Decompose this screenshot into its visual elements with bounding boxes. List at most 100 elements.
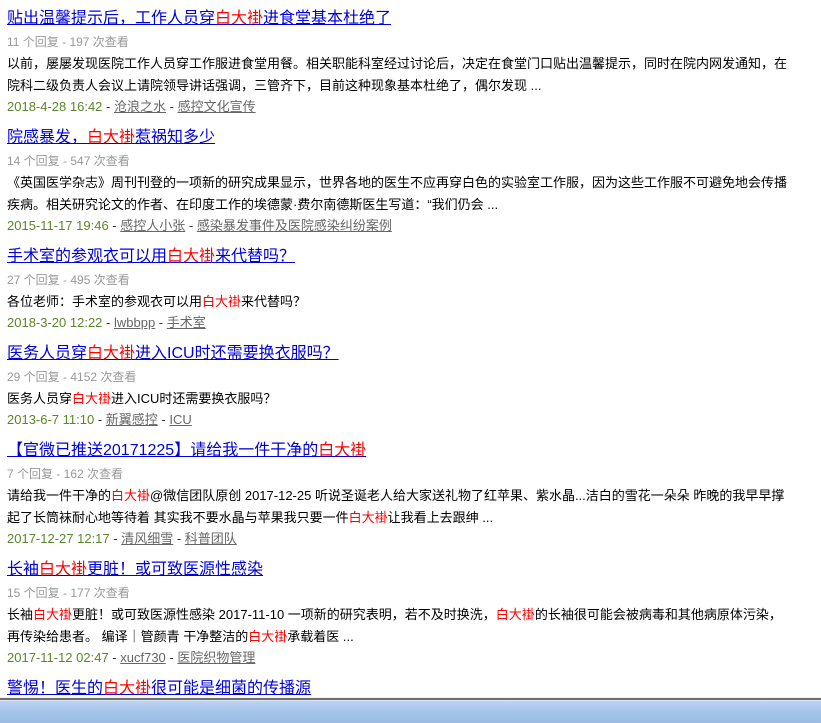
text-part: 进入ICU时还需要换衣服吗？ (135, 345, 339, 362)
result-meta: 2013-6-7 11:10 - 新翼感控 - ICU (7, 411, 790, 428)
search-result-item: 贴出温馨提示后，工作人员穿白大褂进食堂基本杜绝了 11 个回复 - 197 次查… (7, 8, 790, 115)
forum-link[interactable]: 手术室 (167, 315, 206, 330)
search-result-item: 院感暴发，白大褂惹祸知多少 14 个回复 - 547 次查看 《英国医学杂志》周… (7, 127, 790, 234)
meta-separator: - (173, 531, 185, 546)
scrollbar-track[interactable] (0, 700, 821, 723)
highlight-term: 白大褂 (202, 294, 241, 309)
text-part: 来代替吗？ (241, 294, 306, 309)
text-part: 承载着医 ... (287, 629, 353, 644)
highlight-term: 白大褂 (87, 129, 135, 146)
author-link[interactable]: 感控人小张 (120, 218, 185, 233)
result-title: 院感暴发，白大褂惹祸知多少 (7, 127, 790, 149)
text-part: 贴出温馨提示后，工作人员穿 (7, 10, 215, 27)
meta-separator: - (166, 650, 178, 665)
result-snippet: 医务人员穿白大褂进入ICU时还需要换衣服吗？ (7, 388, 790, 410)
highlight-term: 白大褂 (72, 391, 111, 406)
text-part: 医务人员穿 (7, 345, 87, 362)
text-part: 以前，屡屡发现医院工作人员穿工作服进食堂用餐。相关职能科室经过讨论后，决定在食堂… (7, 56, 787, 93)
author-link[interactable]: xucf730 (120, 650, 166, 665)
meta-separator: - (185, 218, 197, 233)
meta-separator: - (102, 315, 114, 330)
result-snippet: 《英国医学杂志》周刊刊登的一项新的研究成果显示，世界各地的医生不应再穿白色的实验… (7, 172, 790, 216)
forum-link[interactable]: 科普团队 (185, 531, 237, 546)
result-title-link[interactable]: 贴出温馨提示后，工作人员穿白大褂进食堂基本杜绝了 (7, 10, 391, 27)
text-part: 各位老师：手术室的参观衣可以用 (7, 294, 202, 309)
result-title-link[interactable]: 【官微已推送20171225】请给我一件干净的白大褂 (7, 442, 366, 459)
text-part: 《英国医学杂志》周刊刊登的一项新的研究成果显示，世界各地的医生不应再穿白色的实验… (7, 175, 787, 212)
result-meta: 2015-11-17 19:46 - 感控人小张 - 感染暴发事件及医院感染纠纷… (7, 217, 790, 234)
reply-view-count: 29 个回复 - 4152 次查看 (7, 369, 790, 386)
text-part: 来代替吗？ (215, 248, 295, 265)
result-snippet: 各位老师：手术室的参观衣可以用白大褂来代替吗？ (7, 291, 790, 313)
forum-link[interactable]: 感染暴发事件及医院感染纠纷案例 (197, 218, 392, 233)
text-part: 惹祸知多少 (135, 129, 215, 146)
post-date: 2017-12-27 12:17 (7, 531, 110, 546)
text-part: 进食堂基本杜绝了 (263, 10, 391, 27)
post-date: 2017-11-12 02:47 (7, 650, 109, 665)
meta-separator: - (102, 99, 114, 114)
result-meta: 2017-12-27 12:17 - 清风细雪 - 科普团队 (7, 530, 790, 547)
reply-view-count: 27 个回复 - 495 次查看 (7, 272, 790, 289)
result-title-link[interactable]: 院感暴发，白大褂惹祸知多少 (7, 129, 215, 146)
meta-separator: - (166, 99, 178, 114)
text-part: 长袖 (7, 561, 39, 578)
result-title: 【官微已推送20171225】请给我一件干净的白大褂 (7, 440, 790, 462)
text-part: 长袖 (7, 607, 33, 622)
post-date: 2013-6-7 11:10 (7, 412, 94, 427)
highlight-term: 白大褂 (39, 561, 87, 578)
forum-link[interactable]: 感控文化宣传 (178, 99, 256, 114)
text-part: 更脏！或可致医源性感染 (87, 561, 263, 578)
meta-separator: - (155, 315, 167, 330)
result-title: 手术室的参观衣可以用白大褂来代替吗？ (7, 246, 790, 268)
reply-view-count: 15 个回复 - 177 次查看 (7, 585, 790, 602)
result-snippet: 以前，屡屡发现医院工作人员穿工作服进食堂用餐。相关职能科室经过讨论后，决定在食堂… (7, 53, 790, 97)
result-title-link[interactable]: 手术室的参观衣可以用白大褂来代替吗？ (7, 248, 295, 265)
text-part: 进入ICU时还需要换衣服吗？ (111, 391, 276, 406)
horizontal-scrollbar[interactable] (0, 697, 821, 723)
text-part: 【官微已推送20171225】请给我一件干净的 (7, 442, 318, 459)
result-snippet: 长袖白大褂更脏！或可致医源性感染 2017-11-10 一项新的研究表明，若不及… (7, 604, 790, 648)
text-part: 手术室的参观衣可以用 (7, 248, 167, 265)
text-part: 更脏！或可致医源性感染 2017-11-10 一项新的研究表明，若不及时换洗， (72, 607, 496, 622)
text-part: 让我看上去跟绅 ... (388, 510, 493, 525)
author-link[interactable]: 沧浪之水 (114, 99, 166, 114)
author-link[interactable]: 新翼感控 (106, 412, 158, 427)
highlight-term: 白大褂 (496, 607, 535, 622)
highlight-term: 白大褂 (215, 10, 263, 27)
result-meta: 2018-3-20 12:22 - lwbbpp - 手术室 (7, 314, 790, 331)
text-part: 院感暴发， (7, 129, 87, 146)
search-result-item: 长袖白大褂更脏！或可致医源性感染 15 个回复 - 177 次查看 长袖白大褂更… (7, 559, 790, 666)
author-link[interactable]: 清风细雪 (121, 531, 173, 546)
search-result-item: 【官微已推送20171225】请给我一件干净的白大褂 7 个回复 - 162 次… (7, 440, 790, 547)
highlight-term: 白大褂 (318, 442, 366, 459)
search-result-item: 医务人员穿白大褂进入ICU时还需要换衣服吗？ 29 个回复 - 4152 次查看… (7, 343, 790, 428)
post-date: 2018-3-20 12:22 (7, 315, 102, 330)
result-title: 贴出温馨提示后，工作人员穿白大褂进食堂基本杜绝了 (7, 8, 790, 30)
highlight-term: 白大褂 (167, 248, 215, 265)
search-result-item: 手术室的参观衣可以用白大褂来代替吗？ 27 个回复 - 495 次查看 各位老师… (7, 246, 790, 331)
result-title-link[interactable]: 警惕！医生的白大褂很可能是细菌的传播源 (7, 680, 311, 697)
result-title: 医务人员穿白大褂进入ICU时还需要换衣服吗？ (7, 343, 790, 365)
result-title: 长袖白大褂更脏！或可致医源性感染 (7, 559, 790, 581)
highlight-term: 白大褂 (87, 345, 135, 362)
forum-link[interactable]: ICU (169, 412, 191, 427)
post-date: 2015-11-17 19:46 (7, 218, 109, 233)
highlight-term: 白大褂 (33, 607, 72, 622)
search-results-list: 贴出温馨提示后，工作人员穿白大褂进食堂基本杜绝了 11 个回复 - 197 次查… (7, 8, 790, 700)
highlight-term: 白大褂 (111, 488, 150, 503)
reply-view-count: 11 个回复 - 197 次查看 (7, 34, 790, 51)
meta-separator: - (94, 412, 106, 427)
author-link[interactable]: lwbbpp (114, 315, 155, 330)
reply-view-count: 7 个回复 - 162 次查看 (7, 466, 790, 483)
forum-link[interactable]: 医院织物管理 (177, 650, 255, 665)
result-meta: 2018-4-28 16:42 - 沧浪之水 - 感控文化宣传 (7, 98, 790, 115)
text-part: 警惕！医生的 (7, 680, 103, 697)
meta-separator: - (109, 218, 121, 233)
meta-separator: - (109, 650, 121, 665)
text-part: 医务人员穿 (7, 391, 72, 406)
result-title-link[interactable]: 医务人员穿白大褂进入ICU时还需要换衣服吗？ (7, 345, 339, 362)
search-results-page: 贴出温馨提示后，工作人员穿白大褂进食堂基本杜绝了 11 个回复 - 197 次查… (0, 0, 800, 700)
result-title-link[interactable]: 长袖白大褂更脏！或可致医源性感染 (7, 561, 263, 578)
highlight-term: 白大褂 (349, 510, 388, 525)
meta-separator: - (110, 531, 122, 546)
